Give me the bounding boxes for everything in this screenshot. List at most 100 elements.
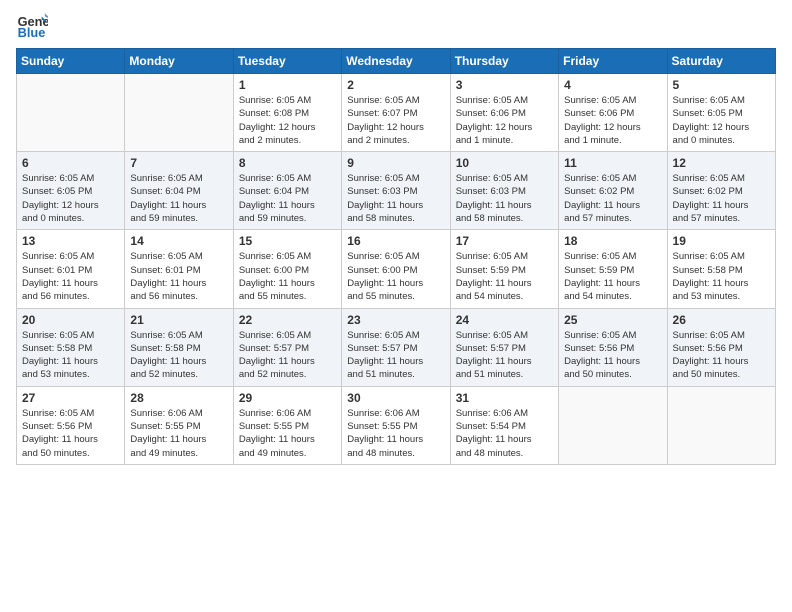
- day-info: Sunrise: 6:05 AM Sunset: 6:00 PM Dayligh…: [347, 250, 444, 303]
- day-info: Sunrise: 6:05 AM Sunset: 5:58 PM Dayligh…: [22, 329, 119, 382]
- day-info: Sunrise: 6:05 AM Sunset: 5:59 PM Dayligh…: [564, 250, 661, 303]
- day-info: Sunrise: 6:05 AM Sunset: 6:06 PM Dayligh…: [456, 94, 553, 147]
- calendar-cell: 5 Sunrise: 6:05 AM Sunset: 6:05 PM Daylig…: [667, 74, 775, 152]
- calendar-cell: 14Sunrise: 6:05 AM Sunset: 6:01 PM Dayli…: [125, 230, 233, 308]
- day-number: 12: [673, 156, 770, 170]
- calendar-cell: 18 Sunrise: 6:05 AM Sunset: 5:59 PM Dayli…: [559, 230, 667, 308]
- day-info: Sunrise: 6:05 AM Sunset: 5:56 PM Dayligh…: [22, 407, 119, 460]
- day-number: 4: [564, 78, 661, 92]
- day-number: 30: [347, 391, 444, 405]
- day-number: 15: [239, 234, 336, 248]
- day-info: Sunrise: 6:05 AM Sunset: 6:04 PM Dayligh…: [239, 172, 336, 225]
- day-info: Sunrise: 6:05 AM Sunset: 5:57 PM Dayligh…: [239, 329, 336, 382]
- day-number: 5: [673, 78, 770, 92]
- day-number: 23: [347, 313, 444, 327]
- calendar-cell: [17, 74, 125, 152]
- day-info: Sunrise: 6:05 AM Sunset: 5:56 PM Dayligh…: [564, 329, 661, 382]
- logo-icon: General Blue: [16, 10, 48, 42]
- weekday-header-tuesday: Tuesday: [233, 49, 341, 74]
- day-info: Sunrise: 6:05 AM Sunset: 5:57 PM Dayligh…: [347, 329, 444, 382]
- calendar-cell: [559, 386, 667, 464]
- calendar-cell: 26Sunrise: 6:05 AM Sunset: 5:56 PM Dayli…: [667, 308, 775, 386]
- day-number: 1: [239, 78, 336, 92]
- calendar-cell: 1 Sunrise: 6:05 AM Sunset: 6:08 PM Daylig…: [233, 74, 341, 152]
- calendar-cell: 30 Sunrise: 6:06 AM Sunset: 5:55 PM Dayli…: [342, 386, 450, 464]
- day-info: Sunrise: 6:05 AM Sunset: 5:58 PM Dayligh…: [130, 329, 227, 382]
- day-number: 7: [130, 156, 227, 170]
- day-info: Sunrise: 6:06 AM Sunset: 5:55 PM Dayligh…: [239, 407, 336, 460]
- weekday-header-sunday: Sunday: [17, 49, 125, 74]
- calendar-cell: 3 Sunrise: 6:05 AM Sunset: 6:06 PM Daylig…: [450, 74, 558, 152]
- calendar-cell: 23 Sunrise: 6:05 AM Sunset: 5:57 PM Dayli…: [342, 308, 450, 386]
- day-info: Sunrise: 6:05 AM Sunset: 6:02 PM Dayligh…: [564, 172, 661, 225]
- day-info: Sunrise: 6:05 AM Sunset: 6:07 PM Dayligh…: [347, 94, 444, 147]
- day-number: 21: [130, 313, 227, 327]
- day-number: 13: [22, 234, 119, 248]
- page-header: General Blue: [16, 10, 776, 42]
- day-number: 24: [456, 313, 553, 327]
- calendar-cell: 25 Sunrise: 6:05 AM Sunset: 5:56 PM Dayli…: [559, 308, 667, 386]
- day-info: Sunrise: 6:05 AM Sunset: 6:05 PM Dayligh…: [673, 94, 770, 147]
- svg-text:Blue: Blue: [18, 25, 46, 40]
- weekday-header-friday: Friday: [559, 49, 667, 74]
- calendar-table: SundayMondayTuesdayWednesdayThursdayFrid…: [16, 48, 776, 465]
- weekday-header-saturday: Saturday: [667, 49, 775, 74]
- calendar-week-row: 1 Sunrise: 6:05 AM Sunset: 6:08 PM Daylig…: [17, 74, 776, 152]
- day-number: 25: [564, 313, 661, 327]
- calendar-cell: 29 Sunrise: 6:06 AM Sunset: 5:55 PM Dayli…: [233, 386, 341, 464]
- day-number: 16: [347, 234, 444, 248]
- calendar-cell: 13 Sunrise: 6:05 AM Sunset: 6:01 PM Dayli…: [17, 230, 125, 308]
- day-info: Sunrise: 6:06 AM Sunset: 5:55 PM Dayligh…: [347, 407, 444, 460]
- day-number: 2: [347, 78, 444, 92]
- calendar-cell: [667, 386, 775, 464]
- day-number: 31: [456, 391, 553, 405]
- calendar-cell: 9 Sunrise: 6:05 AM Sunset: 6:03 PM Daylig…: [342, 152, 450, 230]
- calendar-cell: 19Sunrise: 6:05 AM Sunset: 5:58 PM Dayli…: [667, 230, 775, 308]
- day-number: 18: [564, 234, 661, 248]
- weekday-header-wednesday: Wednesday: [342, 49, 450, 74]
- weekday-header-row: SundayMondayTuesdayWednesdayThursdayFrid…: [17, 49, 776, 74]
- calendar-cell: 6 Sunrise: 6:05 AM Sunset: 6:05 PM Daylig…: [17, 152, 125, 230]
- calendar-week-row: 20Sunrise: 6:05 AM Sunset: 5:58 PM Dayli…: [17, 308, 776, 386]
- day-number: 29: [239, 391, 336, 405]
- day-info: Sunrise: 6:06 AM Sunset: 5:55 PM Dayligh…: [130, 407, 227, 460]
- calendar-cell: 17Sunrise: 6:05 AM Sunset: 5:59 PM Dayli…: [450, 230, 558, 308]
- calendar-cell: 11Sunrise: 6:05 AM Sunset: 6:02 PM Dayli…: [559, 152, 667, 230]
- day-number: 19: [673, 234, 770, 248]
- calendar-cell: 7 Sunrise: 6:05 AM Sunset: 6:04 PM Daylig…: [125, 152, 233, 230]
- calendar-week-row: 27Sunrise: 6:05 AM Sunset: 5:56 PM Dayli…: [17, 386, 776, 464]
- calendar-cell: [125, 74, 233, 152]
- day-number: 9: [347, 156, 444, 170]
- calendar-cell: 21 Sunrise: 6:05 AM Sunset: 5:58 PM Dayli…: [125, 308, 233, 386]
- day-info: Sunrise: 6:05 AM Sunset: 6:02 PM Dayligh…: [673, 172, 770, 225]
- calendar-cell: 4 Sunrise: 6:05 AM Sunset: 6:06 PM Daylig…: [559, 74, 667, 152]
- day-info: Sunrise: 6:05 AM Sunset: 6:05 PM Dayligh…: [22, 172, 119, 225]
- calendar-cell: 2 Sunrise: 6:05 AM Sunset: 6:07 PM Daylig…: [342, 74, 450, 152]
- calendar-cell: 8 Sunrise: 6:05 AM Sunset: 6:04 PM Daylig…: [233, 152, 341, 230]
- calendar-cell: 22Sunrise: 6:05 AM Sunset: 5:57 PM Dayli…: [233, 308, 341, 386]
- calendar-cell: 16 Sunrise: 6:05 AM Sunset: 6:00 PM Dayli…: [342, 230, 450, 308]
- day-info: Sunrise: 6:05 AM Sunset: 6:06 PM Dayligh…: [564, 94, 661, 147]
- day-info: Sunrise: 6:06 AM Sunset: 5:54 PM Dayligh…: [456, 407, 553, 460]
- calendar-cell: 28Sunrise: 6:06 AM Sunset: 5:55 PM Dayli…: [125, 386, 233, 464]
- day-info: Sunrise: 6:05 AM Sunset: 6:04 PM Dayligh…: [130, 172, 227, 225]
- calendar-cell: 12 Sunrise: 6:05 AM Sunset: 6:02 PM Dayli…: [667, 152, 775, 230]
- calendar-cell: 27Sunrise: 6:05 AM Sunset: 5:56 PM Dayli…: [17, 386, 125, 464]
- day-number: 8: [239, 156, 336, 170]
- calendar-cell: 20Sunrise: 6:05 AM Sunset: 5:58 PM Dayli…: [17, 308, 125, 386]
- day-info: Sunrise: 6:05 AM Sunset: 5:57 PM Dayligh…: [456, 329, 553, 382]
- calendar-week-row: 13 Sunrise: 6:05 AM Sunset: 6:01 PM Dayli…: [17, 230, 776, 308]
- day-number: 6: [22, 156, 119, 170]
- calendar-cell: 10Sunrise: 6:05 AM Sunset: 6:03 PM Dayli…: [450, 152, 558, 230]
- day-number: 14: [130, 234, 227, 248]
- day-info: Sunrise: 6:05 AM Sunset: 6:08 PM Dayligh…: [239, 94, 336, 147]
- day-info: Sunrise: 6:05 AM Sunset: 5:59 PM Dayligh…: [456, 250, 553, 303]
- day-number: 26: [673, 313, 770, 327]
- calendar-cell: 24 Sunrise: 6:05 AM Sunset: 5:57 PM Dayli…: [450, 308, 558, 386]
- weekday-header-thursday: Thursday: [450, 49, 558, 74]
- day-number: 3: [456, 78, 553, 92]
- day-info: Sunrise: 6:05 AM Sunset: 6:01 PM Dayligh…: [22, 250, 119, 303]
- day-info: Sunrise: 6:05 AM Sunset: 6:03 PM Dayligh…: [347, 172, 444, 225]
- day-number: 10: [456, 156, 553, 170]
- weekday-header-monday: Monday: [125, 49, 233, 74]
